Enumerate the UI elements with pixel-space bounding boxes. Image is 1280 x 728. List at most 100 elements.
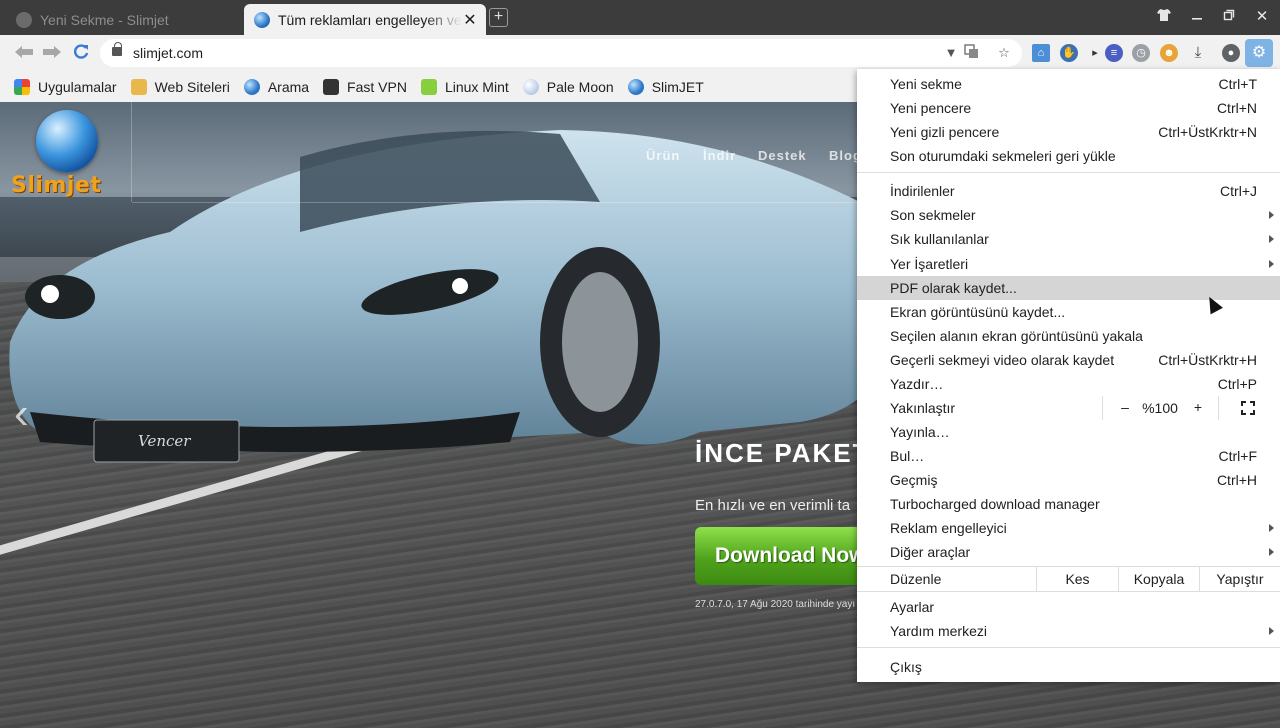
bookmark-linux-mint[interactable]: Linux Mint [420,78,509,95]
nav-destek[interactable]: Destek [758,148,807,163]
tab-title: Tüm reklamları engelleyen ve [278,11,462,28]
shirt-icon[interactable] [1154,7,1174,27]
bookmark-pale-moon[interactable]: Pale Moon [522,78,614,95]
menu-item-settings[interactable]: Ayarlar [857,595,1280,619]
menu-separator [857,591,1280,592]
vpn-icon [323,78,340,95]
menu-item-record-video[interactable]: Geçerli sekmeyi video olarak kaydet Ctrl+… [857,348,1280,372]
menu-item-download-manager[interactable]: Turbocharged download manager [857,492,1280,516]
menu-item-help[interactable]: Yardım merkezi [857,619,1280,643]
close-window-button[interactable]: ✕ [1252,7,1272,27]
menu-label: Yer İşaretleri [890,256,969,272]
hero-subtitle: En hızlı ve en verimli ta [695,497,851,514]
bookmark-arama[interactable]: Arama [243,78,310,95]
minimize-button[interactable] [1187,7,1207,27]
profile-icon[interactable]: ☻ [1160,44,1178,62]
timer-icon[interactable]: ◷ [1132,44,1150,62]
site-logo[interactable]: Slimjet [0,102,132,202]
menu-label: Geçerli sekmeyi video olarak kaydet [890,352,1115,368]
adblock-icon[interactable]: ✋ [1060,44,1078,62]
close-tab-icon[interactable]: ✕ [462,10,478,30]
bookmark-label: Fast VPN [347,78,407,95]
copy-button[interactable]: Kopyala [1118,567,1199,591]
chevron-left-icon[interactable]: ‹ [14,392,44,436]
bookmark-slimjet[interactable]: SlimJET [627,78,704,95]
divider [132,202,862,203]
menu-shortcut: Ctrl+P [1217,376,1257,392]
slimjet-globe-icon [36,110,98,172]
forward-icon[interactable] [42,43,62,63]
menu-item-find[interactable]: Bul… Ctrl+F [857,444,1280,468]
menu-label: Çıkış [890,659,922,675]
mint-icon [420,78,437,95]
logo-text: Slimjet [11,173,102,198]
menu-label: Ayarlar [890,599,935,615]
star-icon[interactable]: ☆ [995,44,1013,62]
menu-label: Sık kullanılanlar [890,231,989,247]
menu-item-capture-area[interactable]: Seçilen alanın ekran görüntüsünü yakala [857,324,1280,348]
new-tab-button[interactable]: + [489,8,508,27]
menu-label: Seçilen alanın ekran görüntüsünü yakala [890,328,1143,344]
zoom-in-button[interactable]: + [1188,399,1208,415]
nav-indir[interactable]: İndir [703,148,736,163]
menu-label: Diğer araçlar [890,544,971,560]
paste-button[interactable]: Yapıştır [1199,567,1280,591]
fullscreen-icon[interactable] [1241,401,1255,415]
settings-icon[interactable]: ⚙ [1245,39,1273,67]
menu-item-print[interactable]: Yazdır… Ctrl+P [857,372,1280,396]
submenu-arrow-icon [1269,260,1274,268]
home-icon[interactable]: ⌂ [1032,44,1050,62]
extension-icon[interactable]: ≡ [1105,44,1123,62]
folder-icon [130,78,147,95]
car-plate-text: Vencer [138,432,191,450]
menu-label: Yayınla… [890,424,950,440]
tab-inactive[interactable]: Yeni Sekme - Slimjet [6,4,242,35]
nav-urun[interactable]: Ürün [646,148,680,163]
menu-item-bookmarks[interactable]: Yer İşaretleri [857,252,1280,276]
bookmark-label: Linux Mint [444,78,509,95]
menu-label: Turbocharged download manager [890,496,1100,512]
bookmark-fast-vpn[interactable]: Fast VPN [323,78,407,95]
download-icon[interactable]: ⤓ [1189,44,1207,62]
maximize-button[interactable] [1219,7,1239,27]
menu-item-exit[interactable]: Çıkış [857,655,1280,679]
back-icon[interactable] [14,43,34,63]
favicon-icon [16,11,32,28]
moon-icon [522,78,539,95]
bookmark-label: Uygulamalar [38,78,117,95]
translate-icon[interactable] [962,44,980,62]
bookmark-label: Pale Moon [546,78,614,95]
reload-icon[interactable] [71,43,91,63]
menu-item-incognito[interactable]: Yeni gizli pencere Ctrl+ÜstKrktr+N [857,120,1280,144]
zoom-out-button[interactable]: – [1115,399,1135,415]
bookmark-label: Arama [267,78,310,95]
menu-item-new-tab[interactable]: Yeni sekme Ctrl+T [857,72,1280,96]
menu-label: Yeni pencere [890,100,972,116]
globe-icon [243,78,260,95]
menu-shortcut: Ctrl+T [1218,76,1258,92]
menu-item-recent-tabs[interactable]: Son sekmeler [857,203,1280,227]
cut-button[interactable]: Kes [1036,567,1118,591]
tab-active[interactable]: Tüm reklamları engelleyen ve ✕ [244,4,486,35]
address-bar[interactable]: slimjet.com ▼ ☆ [100,39,1022,67]
menu-item-cast[interactable]: Yayınla… [857,420,1280,444]
bookmark-apps[interactable]: Uygulamalar [14,78,117,95]
dropdown-icon[interactable]: ▼ [942,44,960,62]
menu-item-more-tools[interactable]: Diğer araçlar [857,540,1280,564]
menu-item-favorites[interactable]: Sık kullanılanlar [857,227,1280,251]
bookmark-web-siteleri[interactable]: Web Siteleri [130,78,230,95]
menu-item-history[interactable]: Geçmiş Ctrl+H [857,468,1280,492]
menu-item-new-window[interactable]: Yeni pencere Ctrl+N [857,96,1280,120]
tab-title: Yeni Sekme - Slimjet [40,11,169,28]
menu-item-edit: Düzenle Kes Kopyala Yapıştır [857,567,1280,591]
submenu-arrow-icon [1269,627,1274,635]
car-image: Vencer [9,130,880,463]
menu-item-ad-blocker[interactable]: Reklam engelleyici [857,516,1280,540]
menu-item-downloads[interactable]: İndirilenler Ctrl+J [857,179,1280,203]
avatar-icon[interactable]: ● [1222,44,1240,62]
bookmark-label: SlimJET [651,78,704,95]
menu-label: Düzenle [890,571,942,587]
chevron-right-icon[interactable]: ▸ [1086,44,1104,62]
menu-item-restore-session[interactable]: Son oturumdaki sekmeleri geri yükle [857,144,1280,168]
globe-icon [254,11,270,28]
